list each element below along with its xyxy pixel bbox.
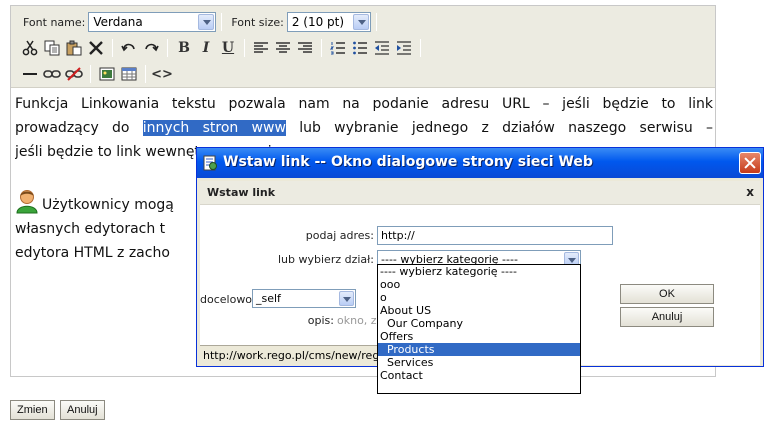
editor-toolbar: Font name: Verdana Font size: 2 (10 pt) [11,6,715,88]
toolbar-row-format: B I U [19,36,426,60]
user-icon [15,188,39,214]
dropdown-option[interactable]: Our Company [378,317,580,330]
align-center-icon[interactable] [272,38,294,59]
chevron-down-icon[interactable] [352,14,369,30]
copy-icon[interactable] [41,38,63,59]
cut-icon[interactable] [19,38,41,59]
chevron-down-icon[interactable] [339,291,354,306]
category-dropdown-list[interactable]: ---- wybierz kategorię ---- ooo o About US … [377,264,581,394]
target-label: docelowo: [200,293,256,306]
selected-text: innych stron www [142,120,286,136]
toolbar-row-insert: <> [19,62,173,86]
dropdown-option[interactable]: Products [378,343,580,356]
font-size-label: Font size: [231,15,284,29]
paste-icon[interactable] [63,38,85,59]
description-label: opis: [307,314,334,327]
dropdown-option[interactable]: Contact [378,369,580,382]
toolbar-separator [375,13,377,31]
dialog-header: Wstaw link x [200,181,760,205]
toolbar-separator [112,39,113,57]
dialog-heading: Wstaw link [207,186,276,199]
link-icon[interactable] [41,64,63,85]
image-icon[interactable] [96,64,118,85]
font-size-value: 2 (10 pt) [291,15,345,29]
dropdown-option[interactable]: Services [378,356,580,369]
toolbar-separator [90,65,91,83]
unlink-icon[interactable] [63,64,85,85]
toolbar-separator [244,39,245,57]
dropdown-option[interactable]: ---- wybierz kategorię ---- [378,265,580,278]
dialog-title: Wstaw link -- Okno dialogowe strony siec… [223,154,593,170]
redo-icon[interactable] [140,38,162,59]
category-label: lub wybierz dział: [278,253,374,266]
source-code-icon[interactable]: <> [151,64,173,85]
align-left-icon[interactable] [250,38,272,59]
toolbar-separator [321,39,322,57]
toolbar-row-fonts: Font name: Verdana Font size: 2 (10 pt) [19,10,382,34]
address-label: podaj adres: [305,229,374,242]
dropdown-option[interactable]: ooo [378,278,580,291]
font-name-select[interactable]: Verdana [88,12,217,32]
content-text: prowadzący do [15,120,130,136]
content-line: prowadzący do innych stron www lub wybra… [15,116,713,140]
ordered-list-icon[interactable] [327,38,349,59]
italic-icon[interactable]: I [195,38,217,59]
dropdown-option[interactable]: Offers [378,330,580,343]
ok-button[interactable]: OK [620,284,714,304]
dialog-cancel-button[interactable]: Anuluj [620,307,714,327]
outdent-icon[interactable] [371,38,393,59]
align-right-icon[interactable] [294,38,316,59]
dropdown-option[interactable]: o [378,291,580,304]
underline-icon[interactable]: U [217,38,239,59]
font-size-select[interactable]: 2 (10 pt) [286,12,371,32]
table-icon[interactable] [118,64,140,85]
close-icon[interactable] [739,152,761,174]
content-text: Użytkownicy mogą [42,197,174,213]
bold-icon[interactable]: B [173,38,195,59]
font-name-value: Verdana [93,15,143,29]
toolbar-separator [221,13,223,31]
undo-icon[interactable] [118,38,140,59]
content-line: Funkcja Linkowania tekstu pozwala nam na… [15,96,713,112]
cancel-button[interactable]: Anuluj [60,400,105,420]
delete-icon[interactable] [85,38,107,59]
dialog-close-x[interactable]: x [746,185,754,199]
toolbar-separator [145,65,146,83]
address-input[interactable]: http:// [377,226,613,245]
horizontal-rule-icon[interactable] [19,64,41,85]
chevron-down-icon[interactable] [198,14,215,30]
font-name-label: Font name: [23,15,86,29]
dropdown-option[interactable]: About US [378,304,580,317]
content-text: lub wybranie jednego z działów naszego s… [299,120,713,136]
dialog-titlebar[interactable]: Wstaw link -- Okno dialogowe strony siec… [197,148,763,178]
web-page-icon [202,155,218,171]
save-button[interactable]: Zmien [10,400,55,420]
unordered-list-icon[interactable] [349,38,371,59]
target-select[interactable]: _self [252,289,356,308]
toolbar-separator [420,39,421,57]
indent-icon[interactable] [393,38,415,59]
toolbar-separator [167,39,168,57]
target-value: _self [256,292,281,305]
